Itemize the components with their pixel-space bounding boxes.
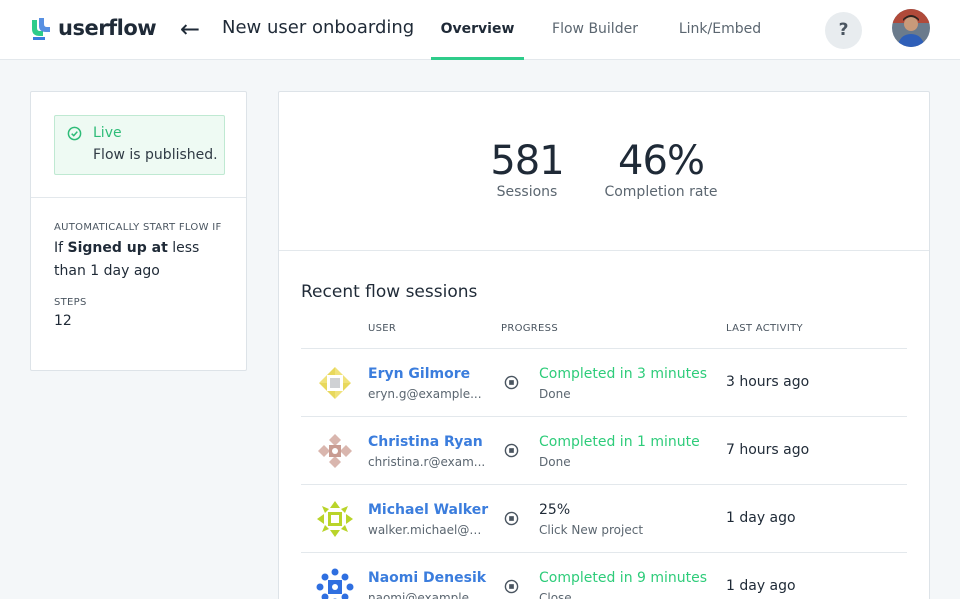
sessions-stat: 581 Sessions (477, 138, 577, 200)
stop-circle-icon (504, 579, 519, 594)
tab-flow-builder[interactable]: Flow Builder (540, 0, 650, 60)
progress-step: Close (539, 591, 572, 599)
session-row[interactable]: Eryn Gilmore eryn.g@example... Completed… (301, 348, 907, 416)
top-bar: userflow ← New user onboarding Overview … (0, 0, 960, 60)
avatar (316, 432, 354, 470)
progress-status: Completed in 9 minutes (539, 570, 708, 586)
session-row[interactable]: Naomi Denesik naomi@example... Completed… (301, 552, 907, 599)
column-header-progress: Progress (501, 323, 558, 334)
stop-circle-icon (504, 375, 519, 390)
identicon-icon (316, 568, 354, 599)
avatar (316, 500, 354, 538)
last-activity: 7 hours ago (726, 442, 810, 458)
column-header-last-activity: Last activity (726, 323, 803, 334)
userflow-logo[interactable]: userflow (30, 16, 157, 40)
help-button[interactable]: ? (825, 12, 862, 49)
completion-rate-stat: 46% Completion rate (597, 138, 725, 200)
flow-summary-card: Live Flow is published. Automatically st… (30, 91, 247, 371)
progress-step: Click New project (539, 523, 644, 537)
trigger-prefix: If (54, 240, 64, 256)
completion-rate-value: 46% (618, 138, 705, 184)
user-avatar[interactable] (892, 9, 930, 47)
check-circle-icon (67, 126, 82, 141)
user-email: eryn.g@example... (368, 387, 482, 401)
user-email: christina.r@exam... (368, 455, 486, 469)
status-description: Flow is published. (93, 147, 218, 163)
flow-stats-card: 581 Sessions 46% Completion rate Recent … (278, 91, 930, 599)
avatar (316, 568, 354, 599)
trigger-attribute: Signed up at (67, 240, 168, 256)
divider (279, 250, 929, 251)
avatar (316, 364, 354, 402)
trigger-condition: If Signed up at less than 1 day ago (54, 237, 234, 283)
stop-circle-icon (504, 443, 519, 458)
last-activity: 3 hours ago (726, 374, 810, 390)
last-activity: 1 day ago (726, 510, 796, 526)
progress-status: 25% (539, 502, 571, 518)
user-email: naomi@example... (368, 591, 481, 599)
sessions-count: 581 (490, 138, 564, 184)
back-arrow-icon[interactable]: ← (176, 14, 204, 44)
tab-overview[interactable]: Overview (431, 0, 524, 60)
session-row[interactable]: Christina Ryan christina.r@exam... Compl… (301, 416, 907, 484)
user-name-link[interactable]: Michael Walker (368, 502, 488, 518)
session-row[interactable]: Michael Walker walker.michael@e... 25% C… (301, 484, 907, 552)
steps-heading: Steps (54, 297, 87, 308)
progress-status: Completed in 1 minute (539, 434, 700, 450)
stop-circle-icon (504, 511, 519, 526)
status-label: Live (93, 125, 122, 141)
tab-link-embed[interactable]: Link/Embed (668, 0, 772, 60)
identicon-icon (316, 500, 354, 538)
steps-count: 12 (54, 313, 72, 329)
logo-text: userflow (58, 16, 157, 40)
identicon-icon (316, 432, 354, 470)
userflow-logo-icon (32, 18, 50, 40)
sessions-label: Sessions (496, 184, 558, 200)
user-name-link[interactable]: Naomi Denesik (368, 570, 486, 586)
user-name-link[interactable]: Christina Ryan (368, 434, 483, 450)
column-header-user: User (368, 323, 397, 334)
identicon-icon (316, 364, 354, 402)
completion-rate-label: Completion rate (604, 184, 718, 200)
last-activity: 1 day ago (726, 578, 796, 594)
status-badge: Live Flow is published. (54, 115, 225, 175)
divider (31, 197, 246, 198)
recent-sessions-title: Recent flow sessions (301, 282, 478, 302)
progress-step: Done (539, 455, 571, 469)
flow-title: New user onboarding (222, 17, 415, 38)
trigger-heading: Automatically start flow if (54, 222, 222, 233)
avatar-photo-icon (892, 9, 930, 47)
progress-step: Done (539, 387, 571, 401)
progress-status: Completed in 3 minutes (539, 366, 708, 382)
user-name-link[interactable]: Eryn Gilmore (368, 366, 470, 382)
user-email: walker.michael@e... (368, 523, 488, 537)
